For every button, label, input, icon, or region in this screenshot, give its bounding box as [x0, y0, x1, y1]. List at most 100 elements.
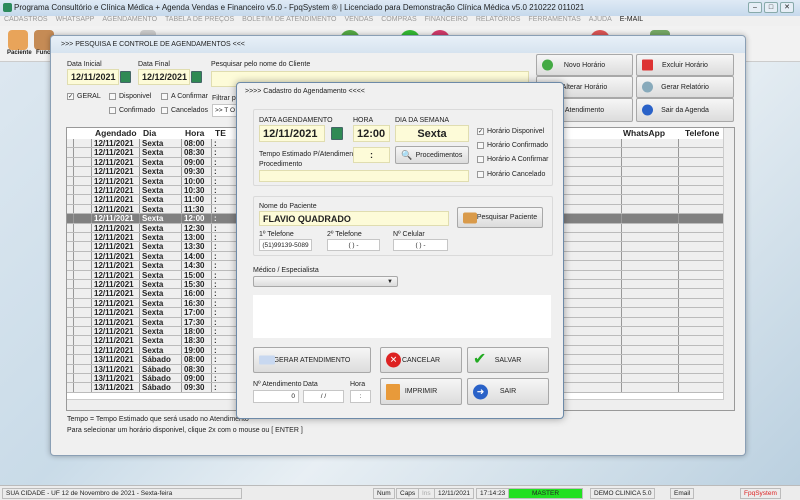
menu-agendamento[interactable]: AGENDAMENTO	[102, 16, 157, 26]
window-title: >>> PESQUISA E CONTROLE DE AGENDAMENTOS …	[51, 36, 745, 53]
menu-financeiro[interactable]: FINANCEIRO	[425, 16, 468, 26]
button-label: SAIR	[499, 388, 517, 395]
status-num: Num	[373, 488, 395, 499]
menu-vendas[interactable]: VENDAS	[344, 16, 373, 26]
excluir-horario-button[interactable]: Excluir Horário	[636, 54, 734, 76]
print-icon	[386, 383, 400, 400]
natendimento-input[interactable]: 0	[253, 390, 299, 403]
menu-relatorios[interactable]: RELATÓRIOS	[476, 16, 521, 26]
pesquisar-paciente-button[interactable]: Pesquisar Paciente	[457, 207, 543, 228]
imprimir-button[interactable]: IMPRIMIR	[380, 378, 462, 405]
horario-confirmado-checkbox[interactable]: Horário Confirmado	[477, 142, 548, 149]
sair-button[interactable]: ➜ SAIR	[467, 378, 549, 405]
menu-email[interactable]: E-MAIL	[620, 16, 643, 26]
window-controls: – □ ✕	[748, 2, 794, 13]
hora-input[interactable]: 12:00	[353, 125, 390, 142]
table-cell: 12/11/2021	[92, 186, 140, 195]
table-cell: :	[212, 223, 237, 233]
filter-disponivel-checkbox[interactable]: Disponivel	[109, 93, 151, 100]
tempo-input[interactable]: :	[353, 147, 390, 163]
table-cell	[622, 327, 679, 336]
col-dia[interactable]: Dia	[143, 128, 156, 138]
filter-a-confirmar-checkbox[interactable]: A Confirmar	[161, 93, 208, 100]
calendar-icon[interactable]	[120, 71, 131, 83]
tel1-input[interactable]: (51)99139-5089	[259, 239, 312, 251]
status-email[interactable]: Email	[670, 488, 695, 499]
menu-bar: CADASTROS WHATSAPP AGENDAMENTO TABELA DE…	[0, 16, 800, 26]
procedimentos-button[interactable]: 🔍 Procedimentos	[395, 146, 469, 164]
table-cell: 12/11/2021	[92, 157, 140, 167]
procedimento-input[interactable]	[259, 170, 469, 182]
maximize-button[interactable]: □	[764, 2, 778, 13]
minimize-button[interactable]: –	[748, 2, 762, 13]
close-button[interactable]: ✕	[780, 2, 794, 13]
gerar-atendimento-button[interactable]: GERAR ATENDIMENTO	[253, 347, 371, 373]
col-agendado[interactable]: Agendado	[95, 128, 137, 138]
patient-icon[interactable]	[8, 30, 28, 50]
col-whatsapp[interactable]: WhatsApp	[623, 128, 665, 138]
table-cell	[67, 157, 74, 167]
calendar-icon[interactable]	[191, 71, 202, 83]
menu-tabela-precos[interactable]: TABELA DE PREÇOS	[165, 16, 234, 26]
table-cell: Sexta	[140, 176, 182, 186]
atend-data-input[interactable]: / /	[303, 390, 344, 403]
atend-hora-input[interactable]: :	[350, 390, 371, 403]
table-cell	[74, 308, 92, 317]
menu-ajuda[interactable]: AJUDA	[589, 16, 612, 26]
col-hora[interactable]: Hora	[185, 128, 204, 138]
table-cell: :	[212, 139, 237, 148]
data-inicial-input[interactable]: 12/11/2021	[67, 69, 119, 85]
menu-whatsapp[interactable]: WHATSAPP	[56, 16, 95, 26]
menu-ferramentas[interactable]: FERRAMENTAS	[528, 16, 580, 26]
data-agendamento-input[interactable]: 12/11/2021	[259, 125, 325, 142]
col-te[interactable]: TE	[215, 128, 226, 138]
table-cell: :	[212, 298, 237, 308]
table-cell: 12/11/2021	[92, 167, 140, 176]
col-telefone[interactable]: Telefone	[685, 128, 719, 138]
sair-agenda-button[interactable]: Sair da Agenda	[636, 98, 734, 122]
filter-confirmado-checkbox[interactable]: Confirmado	[109, 107, 155, 114]
gerar-relatorio-button[interactable]: Gerar Relatório	[636, 76, 734, 98]
horario-a-confirmar-checkbox[interactable]: Horário A Confirmar	[477, 156, 548, 163]
tel2-input[interactable]: ( ) -	[327, 239, 380, 251]
hora-label: HORA	[353, 117, 374, 124]
vertical-scrollbar[interactable]	[723, 128, 734, 410]
menu-compras[interactable]: COMPRAS	[381, 16, 416, 26]
table-cell	[67, 204, 74, 214]
table-cell	[74, 298, 92, 308]
table-cell	[679, 355, 724, 364]
menu-cadastros[interactable]: CADASTROS	[4, 16, 48, 26]
filter-geral-checkbox[interactable]: ✓ GERAL	[67, 93, 101, 100]
table-cell	[622, 261, 679, 270]
novo-horario-button[interactable]: Novo Horário	[536, 54, 633, 76]
paciente-label: Nome do Paciente	[259, 203, 317, 210]
table-cell	[74, 242, 92, 251]
salvar-button[interactable]: ✔ SALVAR	[467, 347, 549, 373]
cancelar-button[interactable]: ✕ CANCELAR	[380, 347, 462, 373]
notes-area[interactable]	[253, 295, 551, 338]
paciente-input[interactable]: FLAVIO QUADRADO	[259, 211, 449, 226]
table-cell	[679, 242, 724, 251]
table-cell: 10:30	[182, 186, 212, 195]
table-cell	[679, 148, 724, 157]
table-cell	[679, 167, 724, 176]
table-cell	[679, 186, 724, 195]
table-cell	[67, 261, 74, 270]
table-cell	[622, 336, 679, 345]
horario-disponivel-checkbox[interactable]: ✓ Horário Disponivel	[477, 128, 544, 135]
checkbox-label: Horário Confirmado	[487, 142, 549, 149]
table-cell: :	[212, 327, 237, 336]
button-label: Excluir Horário	[662, 61, 708, 69]
celular-input[interactable]: ( ) -	[393, 239, 448, 251]
data-final-input[interactable]: 12/12/2021	[138, 69, 190, 85]
printer-icon	[642, 81, 653, 93]
horario-cancelado-checkbox[interactable]: Horário Cancelado	[477, 171, 545, 178]
table-cell: 12/11/2021	[92, 148, 140, 157]
filter-cancelados-checkbox[interactable]: Cancelados	[161, 107, 208, 114]
calendar-icon[interactable]	[331, 127, 343, 140]
table-cell	[679, 261, 724, 270]
table-cell	[679, 233, 724, 242]
menu-boletim[interactable]: BOLETIM DE ATENDIMENTO	[242, 16, 336, 26]
medico-select[interactable]: ▼	[253, 276, 398, 287]
celular-label: Nº Celular	[393, 231, 425, 238]
